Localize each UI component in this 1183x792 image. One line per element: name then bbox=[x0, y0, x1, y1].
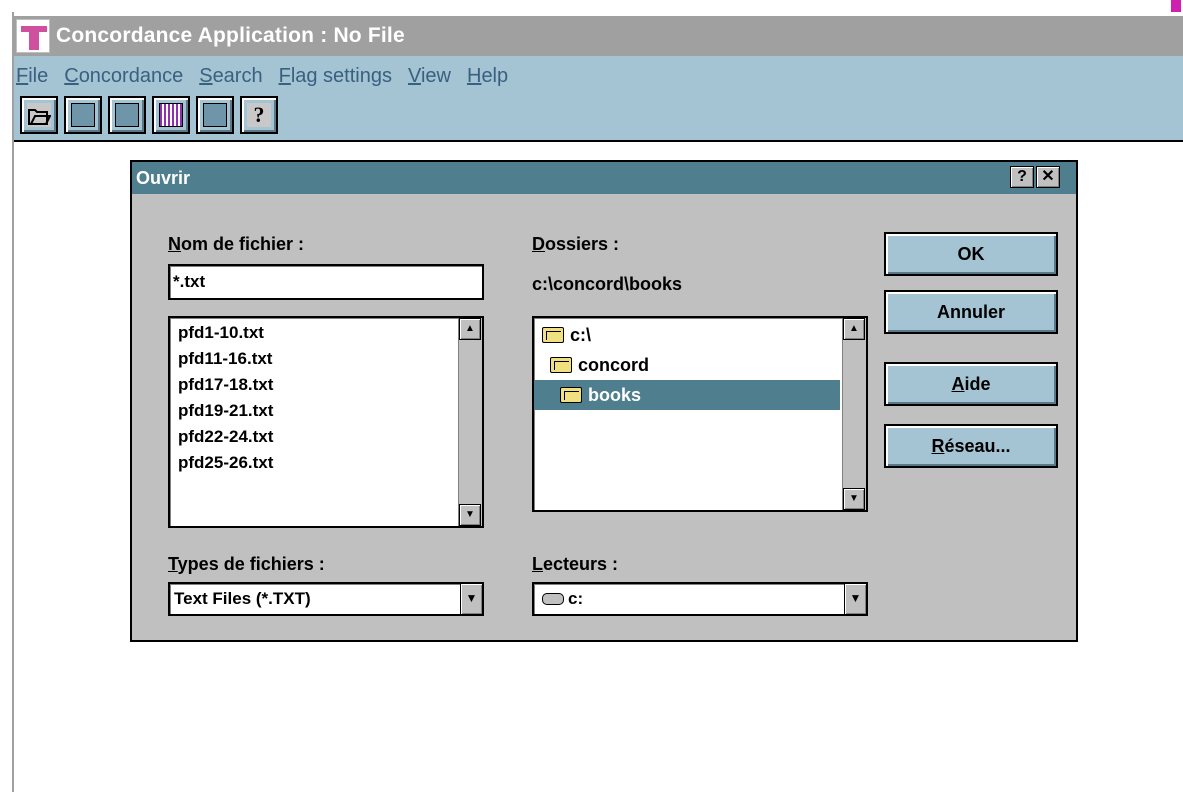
list-item[interactable]: pfd17-18.txt bbox=[170, 372, 482, 398]
folder-item-books[interactable]: books bbox=[534, 380, 840, 410]
open-dialog: Ouvrir ? ✕ Nom de fichier : *.txt pfd1-1… bbox=[130, 160, 1078, 642]
chevron-down-icon[interactable]: ▼ bbox=[460, 584, 482, 614]
menu-file[interactable]: File bbox=[16, 65, 48, 88]
open-folder-icon bbox=[560, 387, 582, 403]
cancel-button[interactable]: Annuler bbox=[884, 290, 1058, 334]
chevron-down-icon[interactable]: ▼ bbox=[844, 584, 866, 614]
open-file-icon bbox=[27, 103, 51, 127]
dialog-title-bar: Ouvrir ? ✕ bbox=[132, 162, 1076, 194]
menu-view[interactable]: View bbox=[408, 65, 451, 88]
folder-item-concord[interactable]: concord bbox=[534, 350, 840, 380]
scroll-down-arrow-icon[interactable]: ▼ bbox=[843, 488, 865, 510]
toolbar-button-2[interactable] bbox=[64, 96, 102, 134]
open-folder-icon bbox=[550, 357, 572, 373]
list-item[interactable]: pfd1-10.txt bbox=[170, 320, 482, 346]
app-title: Concordance Application : No File bbox=[56, 24, 405, 47]
current-path: c:\concord\books bbox=[532, 274, 683, 294]
scroll-down-arrow-icon[interactable]: ▼ bbox=[459, 504, 481, 526]
open-file-button[interactable] bbox=[20, 96, 58, 134]
dialog-help-button[interactable]: ? bbox=[1010, 166, 1034, 188]
concordance-app-icon[interactable] bbox=[16, 19, 50, 53]
menu-concordance[interactable]: Concordance bbox=[64, 65, 183, 88]
folders-label: Dossiers : bbox=[532, 234, 620, 254]
ok-button[interactable]: OK bbox=[884, 232, 1058, 276]
list-item[interactable]: pfd11-16.txt bbox=[170, 346, 482, 372]
folder-list-scrollbar[interactable]: ▲ ▼ bbox=[842, 318, 866, 510]
help-button[interactable]: ? bbox=[240, 96, 278, 134]
toolbar: ? bbox=[14, 96, 1183, 134]
title-bar: Concordance Application : No File bbox=[14, 16, 1183, 56]
blank-icon bbox=[203, 103, 227, 127]
scroll-up-arrow-icon[interactable]: ▲ bbox=[459, 318, 481, 340]
dialog-title: Ouvrir bbox=[136, 167, 191, 188]
help-dialog-button[interactable]: Aide bbox=[884, 362, 1058, 406]
toolbar-button-3[interactable] bbox=[108, 96, 146, 134]
list-icon bbox=[159, 103, 183, 127]
file-types-select[interactable]: Text Files (*.TXT) ▼ bbox=[168, 582, 484, 616]
folder-item-root[interactable]: c:\ bbox=[534, 320, 840, 350]
menu-help[interactable]: Help bbox=[467, 65, 508, 88]
list-item[interactable]: pfd22-24.txt bbox=[170, 424, 482, 450]
help-icon: ? bbox=[247, 102, 271, 127]
corner-mark bbox=[1155, 0, 1183, 12]
folder-list[interactable]: c:\ concord books ▲ ▼ bbox=[532, 316, 868, 512]
dialog-close-button[interactable]: ✕ bbox=[1036, 166, 1060, 188]
blank-icon bbox=[71, 103, 95, 127]
list-item[interactable]: pfd25-26.txt bbox=[170, 450, 482, 476]
file-list-scrollbar[interactable]: ▲ ▼ bbox=[458, 318, 482, 526]
drives-label: Lecteurs : bbox=[532, 554, 619, 574]
blank-icon bbox=[115, 103, 139, 127]
menu-flag-settings[interactable]: Flag settings bbox=[279, 65, 392, 88]
drives-select[interactable]: c: ▼ bbox=[532, 582, 868, 616]
scroll-up-arrow-icon[interactable]: ▲ bbox=[843, 318, 865, 340]
menu-bar: File Concordance Search Flag settings Vi… bbox=[14, 56, 1183, 142]
file-types-label: Types de fichiers : bbox=[168, 554, 325, 574]
filename-label: Nom de fichier : bbox=[168, 234, 305, 254]
file-list[interactable]: pfd1-10.txt pfd11-16.txt pfd17-18.txt pf… bbox=[168, 316, 484, 528]
open-folder-icon bbox=[542, 327, 564, 343]
menu-search[interactable]: Search bbox=[199, 65, 262, 88]
network-button[interactable]: Réseau... bbox=[884, 424, 1058, 468]
drive-icon bbox=[542, 593, 564, 605]
list-view-button[interactable] bbox=[152, 96, 190, 134]
toolbar-button-5[interactable] bbox=[196, 96, 234, 134]
list-item[interactable]: pfd19-21.txt bbox=[170, 398, 482, 424]
filename-input[interactable]: *.txt bbox=[168, 264, 484, 300]
